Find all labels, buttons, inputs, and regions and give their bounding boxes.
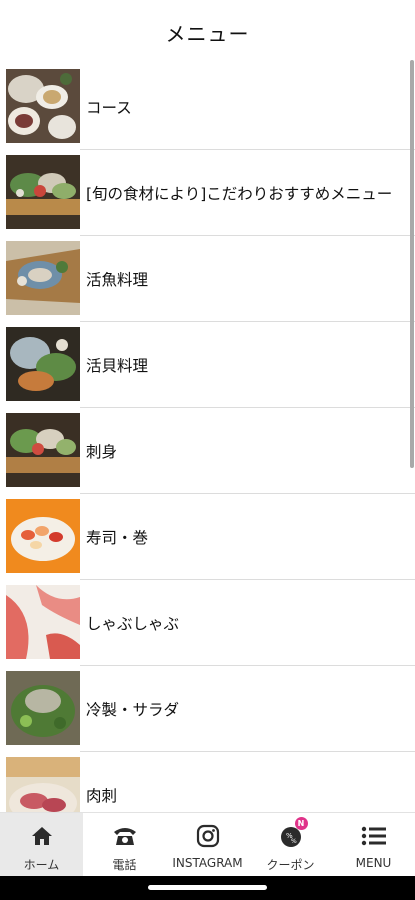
menu-item-label: 活貝料理 (86, 357, 149, 375)
menu-item-thumbnail (6, 671, 80, 745)
tab-label: 電話 (112, 858, 137, 872)
tab-menu[interactable]: MENU (332, 813, 415, 877)
menu-item-course[interactable]: コース (0, 64, 415, 150)
tab-label: ホーム (23, 858, 60, 872)
tab-phone[interactable]: 電話 (83, 813, 166, 877)
tab-instagram[interactable]: INSTAGRAM (166, 813, 249, 877)
tab-label: INSTAGRAM (172, 856, 243, 870)
menu-item-thumbnail (6, 327, 80, 401)
menu-item-thumbnail (6, 241, 80, 315)
menu-item-thumbnail (6, 757, 80, 812)
menu-item-thumbnail (6, 499, 80, 573)
menu-item-label: 肉刺 (86, 787, 118, 805)
menu-item-thumbnail (6, 413, 80, 487)
scrollbar[interactable] (410, 60, 414, 468)
menu-item-label: 冷製・サラダ (86, 701, 180, 719)
menu-item-label: 寿司・巻 (86, 529, 149, 547)
menu-item-thumbnail (6, 155, 80, 229)
home-indicator[interactable] (148, 885, 267, 890)
menu-item-label: [旬の食材により]こだわりおすすめメニュー (86, 185, 393, 203)
menu-item-sushi[interactable]: 寿司・巻 (0, 494, 415, 580)
phone-icon (111, 822, 139, 850)
tab-home[interactable]: ホーム (0, 813, 83, 877)
menu-list[interactable]: コース [旬の食材により]こだわりおすすめメニュー 活魚料理 活貝料理 刺身 寿… (0, 64, 415, 812)
menu-item-recommended[interactable]: [旬の食材により]こだわりおすすめメニュー (0, 150, 415, 236)
instagram-icon (194, 822, 222, 850)
menu-item-meat-sashimi[interactable]: 肉刺 (0, 752, 415, 812)
menu-item-label: 刺身 (86, 443, 118, 461)
menu-item-label: コース (86, 99, 132, 117)
menu-list-icon (360, 822, 388, 850)
menu-item-thumbnail (6, 69, 80, 143)
menu-item-thumbnail (6, 585, 80, 659)
menu-item-sashimi[interactable]: 刺身 (0, 408, 415, 494)
menu-item-live-fish[interactable]: 活魚料理 (0, 236, 415, 322)
coupon-icon: % % N (277, 817, 308, 850)
menu-item-shabu-shabu[interactable]: しゃぶしゃぶ (0, 580, 415, 666)
tab-label: クーポン (266, 858, 315, 872)
menu-item-label: しゃぶしゃぶ (86, 615, 180, 633)
page-title: メニュー (165, 21, 250, 46)
menu-item-salad[interactable]: 冷製・サラダ (0, 666, 415, 752)
svg-text:%: % (291, 838, 297, 845)
new-badge: N (294, 817, 308, 830)
tab-label: MENU (355, 856, 392, 870)
menu-item-label: 活魚料理 (86, 271, 149, 289)
tab-bar: ホーム 電話 INSTAGRAM % % N クーポン MENU (0, 812, 415, 877)
menu-item-live-shellfish[interactable]: 活貝料理 (0, 322, 415, 408)
home-icon (28, 822, 56, 850)
tab-coupon[interactable]: % % N クーポン (249, 813, 332, 877)
